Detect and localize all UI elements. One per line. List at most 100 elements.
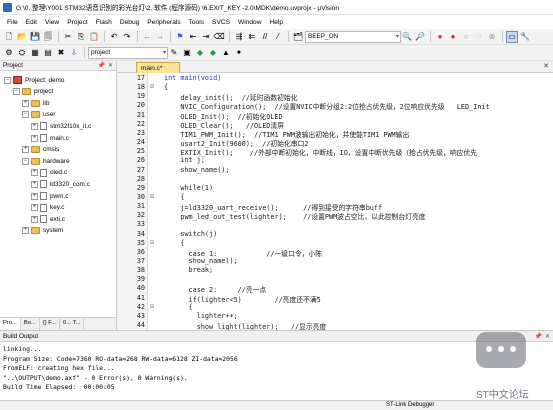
pack-installer-icon[interactable]: ◆ xyxy=(207,47,219,59)
panel-tab[interactable]: {} F... xyxy=(40,318,61,330)
code-line: 24 usart2_Init(9600); //初始化串口2 xyxy=(118,138,553,148)
expand-icon[interactable]: + xyxy=(31,169,38,177)
fold-marker-icon[interactable]: ⊟ xyxy=(148,303,156,310)
breakpoint-kill-all-icon[interactable]: ⊗ xyxy=(486,31,498,43)
build-icon[interactable]: ⛭ xyxy=(16,47,28,59)
bookmark-clear-icon[interactable]: ⌫ xyxy=(213,31,225,43)
configure-icon[interactable]: 🔧 xyxy=(519,31,531,43)
paste-icon[interactable]: 📋 xyxy=(88,31,100,43)
menu-flash[interactable]: Flash xyxy=(92,19,116,26)
debug-start-icon[interactable]: ● xyxy=(434,31,446,43)
collapse-icon[interactable]: − xyxy=(4,76,11,84)
tree-folder-item[interactable]: + lib xyxy=(22,98,49,108)
unindent-icon[interactable]: ⇇ xyxy=(246,31,258,43)
close-icon[interactable]: ✕ xyxy=(543,62,549,70)
rte-icon[interactable]: ✦ xyxy=(233,47,245,59)
find-combo[interactable]: BEEP_ON ▾ xyxy=(305,30,401,43)
tree-file-item[interactable]: + pwm.c xyxy=(31,191,68,201)
new-file-icon[interactable]: 🗋 xyxy=(3,31,15,43)
fold-marker-icon[interactable]: ⊟ xyxy=(148,239,156,246)
nav-forward-icon[interactable]: → xyxy=(154,31,166,43)
tab-main-c[interactable]: main.c* xyxy=(136,62,180,73)
expand-icon[interactable]: + xyxy=(22,99,29,107)
collapse-icon[interactable]: − xyxy=(22,111,29,119)
tree-folder-item[interactable]: − hardware xyxy=(22,156,70,166)
select-packs-icon[interactable]: ▲ xyxy=(220,47,232,59)
expand-icon[interactable]: + xyxy=(22,146,29,154)
uvision-logo-icon xyxy=(3,2,12,12)
pin-icon[interactable]: 📌 xyxy=(97,62,104,69)
close-icon[interactable]: ✕ xyxy=(545,333,550,340)
stop-build-icon[interactable]: ✖ xyxy=(55,47,67,59)
tree-file-item[interactable]: + oled.c xyxy=(31,168,67,178)
tree-folder-item[interactable]: − project xyxy=(13,87,53,97)
menu-file[interactable]: File xyxy=(3,19,22,26)
find-icon[interactable]: 🔍 xyxy=(401,31,413,43)
fold-marker-icon[interactable]: ⊟ xyxy=(148,83,156,90)
uncomment-icon[interactable]: ⁄ xyxy=(272,31,284,43)
menu-svcs[interactable]: SVCS xyxy=(208,19,234,26)
window-layout-icon[interactable]: ▭ xyxy=(506,30,518,43)
save-icon[interactable]: 💾 xyxy=(29,31,41,43)
menu-window[interactable]: Window xyxy=(234,19,265,26)
manage-rte-icon[interactable]: ◆ xyxy=(194,47,206,59)
tree-file-item[interactable]: + stm32f10x_it.c xyxy=(31,121,91,131)
tree-file-item[interactable]: + key.c xyxy=(31,203,64,213)
nav-back-icon[interactable]: ← xyxy=(141,31,153,43)
tree-file-item[interactable]: + main.c xyxy=(31,133,69,143)
menu-view[interactable]: View xyxy=(41,19,63,26)
expand-icon[interactable]: + xyxy=(31,192,38,200)
menu-help[interactable]: Help xyxy=(265,19,287,26)
tree-folder-item[interactable]: + cmsis xyxy=(22,145,59,155)
breakpoint-disable-all-icon[interactable]: ◌ xyxy=(473,31,485,43)
open-file-icon[interactable]: 📂 xyxy=(16,31,28,43)
line-number: 39 xyxy=(136,275,145,284)
cut-icon[interactable]: ✂ xyxy=(62,31,74,43)
expand-icon[interactable]: + xyxy=(31,180,38,188)
expand-icon[interactable]: + xyxy=(31,215,38,223)
collapse-icon[interactable]: − xyxy=(13,88,20,96)
tree-folder-item[interactable]: − user xyxy=(22,110,55,120)
menu-debug[interactable]: Debug xyxy=(116,19,143,26)
pin-icon[interactable]: 📌 xyxy=(534,333,541,340)
breakpoint-enable-icon[interactable]: ○ xyxy=(460,31,472,43)
panel-tab[interactable]: 0... T... xyxy=(60,318,85,330)
expand-icon[interactable]: + xyxy=(31,134,38,142)
file-extensions-icon[interactable]: ▣ xyxy=(181,47,193,59)
fold-marker-icon[interactable]: ⊟ xyxy=(148,193,156,200)
tree-file-item[interactable]: + exti.c xyxy=(31,214,65,224)
panel-tab[interactable]: Bo... xyxy=(21,318,40,330)
menu-tools[interactable]: Tools xyxy=(185,19,208,26)
menu-edit[interactable]: Edit xyxy=(22,19,41,26)
tree-project-item[interactable]: − Project: demo xyxy=(4,75,64,85)
undo-icon[interactable]: ↶ xyxy=(108,31,120,43)
bookmark-next-icon[interactable]: ⇥ xyxy=(200,31,212,43)
tree-folder-item[interactable]: + system xyxy=(22,226,63,236)
target-select[interactable]: project ▾ xyxy=(88,46,168,59)
panel-tab[interactable]: Pro... xyxy=(0,318,21,330)
menu-peripherals[interactable]: Peripherals xyxy=(143,19,184,26)
save-all-icon[interactable]: 🗐 xyxy=(42,31,54,43)
tree-file-item[interactable]: + ld3320_com.c xyxy=(31,179,90,189)
redo-icon[interactable]: ↷ xyxy=(121,31,133,43)
download-icon[interactable]: ⇩ xyxy=(68,47,80,59)
expand-icon[interactable]: + xyxy=(31,122,38,130)
rebuild-icon[interactable]: ▦ xyxy=(29,47,41,59)
target-options-icon[interactable]: ✎ xyxy=(168,47,180,59)
copy-icon[interactable]: ⎘ xyxy=(75,31,87,43)
incremental-find-icon[interactable]: 🔎 xyxy=(414,31,426,43)
bookmark-prev-icon[interactable]: ⇤ xyxy=(187,31,199,43)
comment-icon[interactable]: // xyxy=(259,31,271,43)
expand-icon[interactable]: + xyxy=(31,204,38,212)
breakpoint-icon[interactable]: ● xyxy=(447,31,459,43)
menu-project[interactable]: Project xyxy=(63,19,92,26)
indent-icon[interactable]: ⇶ xyxy=(233,31,245,43)
expand-icon[interactable]: + xyxy=(22,227,29,235)
code-area[interactable]: 17 int main(void) 18 ⊟{19 delay_init(); //延… xyxy=(118,73,553,330)
find-in-files-icon[interactable]: 🗂 xyxy=(292,31,304,43)
close-icon[interactable]: ✕ xyxy=(108,62,113,69)
batch-build-icon[interactable]: ▤ xyxy=(42,47,54,59)
translate-icon[interactable]: ⚙ xyxy=(3,47,15,59)
collapse-icon[interactable]: − xyxy=(22,157,29,165)
bookmark-icon[interactable]: ⚑ xyxy=(174,31,186,43)
